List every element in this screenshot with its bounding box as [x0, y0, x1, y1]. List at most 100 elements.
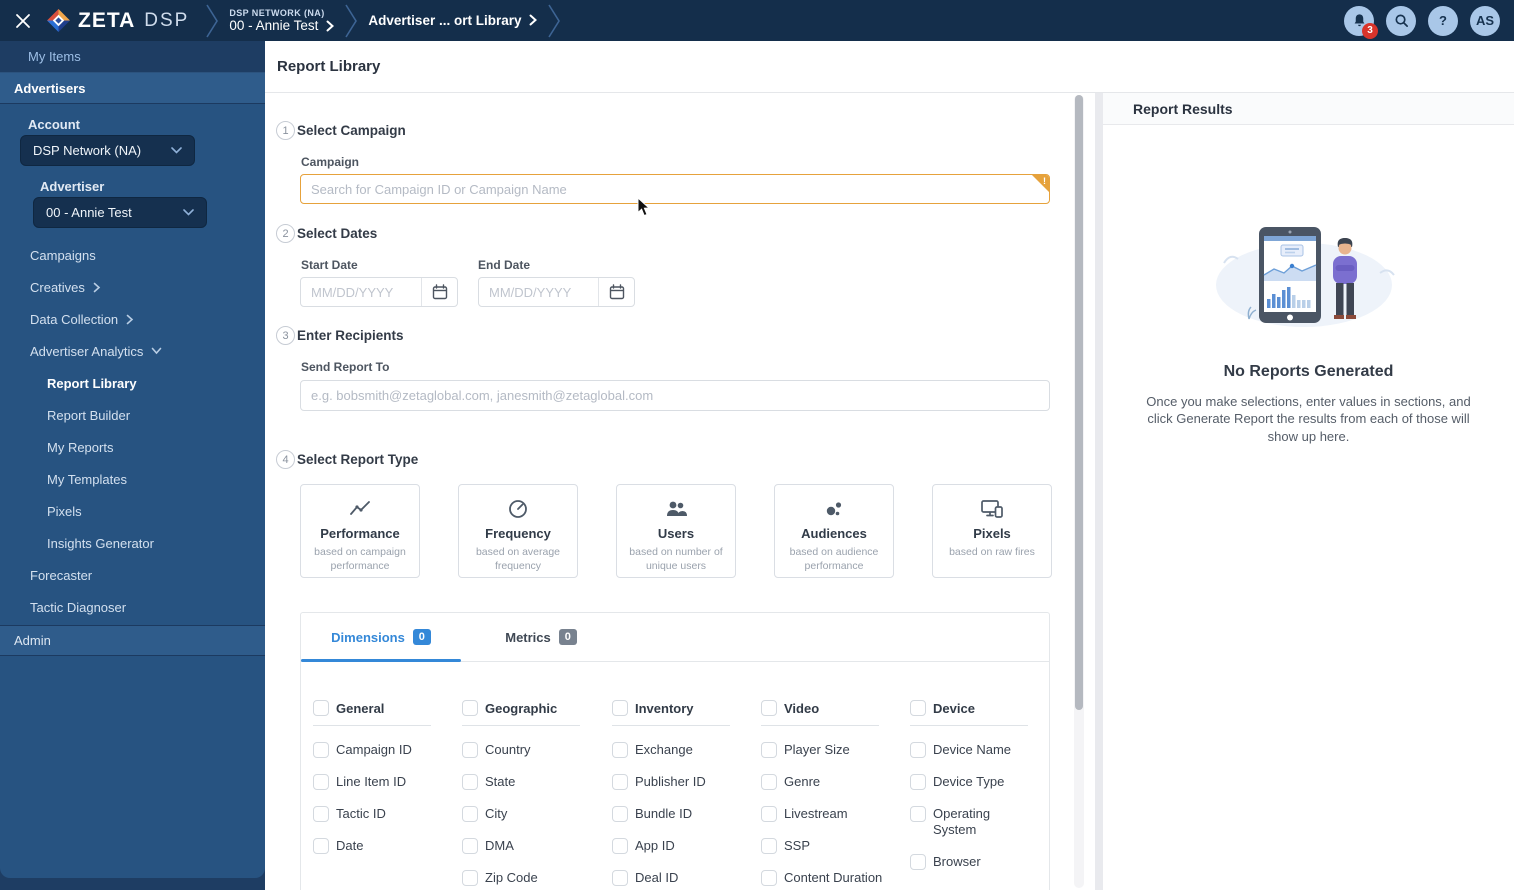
item-checkbox[interactable]	[612, 838, 628, 854]
group-checkbox[interactable]	[612, 700, 628, 716]
campaign-search-field: !	[300, 174, 1050, 204]
item-checkbox[interactable]	[313, 838, 329, 854]
report-type-label: Pixels	[973, 526, 1011, 541]
report-type-card-frequency[interactable]: Frequency based on average frequency	[458, 484, 578, 578]
item-label: City	[485, 806, 508, 821]
item-checkbox[interactable]	[612, 870, 628, 886]
item-checkbox[interactable]	[462, 742, 478, 758]
send-report-to-label: Send Report To	[301, 360, 390, 374]
item-checkbox[interactable]	[313, 742, 329, 758]
report-type-card-pixels[interactable]: Pixels based on raw fires	[932, 484, 1052, 578]
sidebar-item-advertiser-analytics[interactable]: Advertiser Analytics	[0, 335, 265, 367]
report-type-description: based on number of unique users	[629, 546, 723, 573]
item-checkbox[interactable]	[612, 774, 628, 790]
group-checkbox[interactable]	[761, 700, 777, 716]
sidebar-item-data-collection[interactable]: Data Collection	[0, 303, 265, 335]
notifications-button[interactable]: 3	[1344, 5, 1378, 39]
item-checkbox[interactable]	[462, 870, 478, 886]
sidebar-item-my-templates[interactable]: My Templates	[0, 463, 265, 495]
report-type-card-users[interactable]: Users based on number of unique users	[616, 484, 736, 578]
sidebar-item-creatives[interactable]: Creatives	[0, 271, 265, 303]
breadcrumb-account[interactable]: DSP NETWORK (NA) 00 - Annie Test	[225, 8, 338, 34]
item-checkbox[interactable]	[910, 742, 926, 758]
dimension-item-deal-id: Deal ID	[612, 870, 752, 886]
item-checkbox[interactable]	[313, 774, 329, 790]
dimension-group-inventory: Inventory Exchange Publisher ID Bundle ID Ap…	[612, 700, 752, 886]
zeta-dsp-logo[interactable]: ZETA DSP	[46, 8, 189, 33]
group-label: Inventory	[635, 700, 694, 716]
sidebar-section-advertisers[interactable]: Advertisers	[0, 73, 265, 104]
group-label: General	[336, 700, 385, 716]
start-date-calendar-button[interactable]	[421, 278, 457, 306]
sidebar-item-tactic-diagnoser[interactable]: Tactic Diagnoser	[0, 591, 265, 623]
sidebar-item-my-reports[interactable]: My Reports	[0, 431, 265, 463]
metrics-tab-label: Metrics	[505, 629, 551, 645]
recipients-input[interactable]	[300, 380, 1050, 411]
breadcrumb-separator-icon	[345, 4, 358, 37]
breadcrumb-page[interactable]: Advertiser ... ort Library	[364, 13, 541, 29]
group-label: Device	[933, 700, 975, 716]
item-checkbox[interactable]	[612, 806, 628, 822]
dimension-item-bundle-id: Bundle ID	[612, 806, 752, 822]
report-type-card-performance[interactable]: Performance based on campaign performance	[300, 484, 420, 578]
sidebar-item-report-library[interactable]: Report Library	[0, 367, 265, 399]
report-type-label: Performance	[320, 526, 400, 541]
select-report-type-title: Select Report Type	[297, 452, 419, 467]
item-checkbox[interactable]	[462, 774, 478, 790]
advertiser-select[interactable]: 00 - Annie Test	[33, 197, 207, 228]
sidebar-item-label: Report Builder	[47, 407, 131, 423]
group-checkbox[interactable]	[910, 700, 926, 716]
item-checkbox[interactable]	[761, 838, 777, 854]
search-button[interactable]	[1386, 5, 1416, 36]
report-type-card-audiences[interactable]: Audiences based on audience performance	[774, 484, 894, 578]
sidebar-item-label: Data Collection	[30, 311, 119, 327]
sidebar-item-report-builder[interactable]: Report Builder	[0, 399, 265, 431]
dimension-item-tactic-id: Tactic ID	[313, 806, 453, 822]
dimensions-tab-label: Dimensions	[331, 629, 405, 645]
item-checkbox[interactable]	[761, 742, 777, 758]
dimension-item-genre: Genre	[761, 774, 901, 790]
sidebar-item-campaigns[interactable]: Campaigns	[0, 239, 265, 271]
report-type-cards: Performance based on campaign performance…	[300, 484, 1052, 578]
user-avatar[interactable]: AS	[1470, 5, 1500, 36]
close-icon[interactable]	[0, 0, 46, 41]
end-date-input[interactable]	[479, 278, 598, 306]
item-checkbox[interactable]	[462, 806, 478, 822]
calendar-icon	[432, 284, 447, 300]
dimension-item-operating-system: Operating System	[910, 806, 1050, 838]
chevron-right-icon	[126, 314, 134, 324]
sidebar-item-pixels[interactable]: Pixels	[0, 495, 265, 527]
campaign-search-input[interactable]	[300, 174, 1050, 204]
sidebar-section-admin[interactable]: Admin	[0, 625, 265, 656]
help-button[interactable]: ?	[1428, 5, 1458, 36]
item-checkbox[interactable]	[910, 774, 926, 790]
tab-dimensions[interactable]: Dimensions 0	[301, 613, 461, 662]
start-date-input[interactable]	[301, 278, 421, 306]
dimension-item-publisher-id: Publisher ID	[612, 774, 752, 790]
tab-metrics[interactable]: Metrics 0	[461, 613, 621, 661]
dimension-item-app-id: App ID	[612, 838, 752, 854]
item-checkbox[interactable]	[612, 742, 628, 758]
select-campaign-title: Select Campaign	[297, 123, 406, 138]
item-checkbox[interactable]	[761, 774, 777, 790]
item-checkbox[interactable]	[910, 806, 926, 822]
breadcrumb-separator-icon	[548, 4, 561, 37]
main-scrollbar[interactable]	[1074, 95, 1084, 888]
account-select[interactable]: DSP Network (NA)	[20, 135, 195, 166]
sidebar-item-label: Creatives	[30, 279, 85, 295]
item-checkbox[interactable]	[313, 806, 329, 822]
group-checkbox[interactable]	[462, 700, 478, 716]
group-checkbox[interactable]	[313, 700, 329, 716]
sidebar-item-my-items[interactable]: My Items	[0, 41, 265, 73]
sidebar-item-forecaster[interactable]: Forecaster	[0, 559, 265, 591]
sidebar-item-insights-generator[interactable]: Insights Generator	[0, 527, 265, 559]
item-checkbox[interactable]	[761, 870, 777, 886]
scrollbar-thumb[interactable]	[1075, 95, 1083, 710]
item-label: Tactic ID	[336, 806, 386, 821]
item-checkbox[interactable]	[462, 838, 478, 854]
item-checkbox[interactable]	[761, 806, 777, 822]
dimension-item-browser: Browser	[910, 854, 1050, 870]
item-checkbox[interactable]	[910, 854, 926, 870]
end-date-calendar-button[interactable]	[598, 278, 634, 306]
dimension-item-line-item-id: Line Item ID	[313, 774, 453, 790]
